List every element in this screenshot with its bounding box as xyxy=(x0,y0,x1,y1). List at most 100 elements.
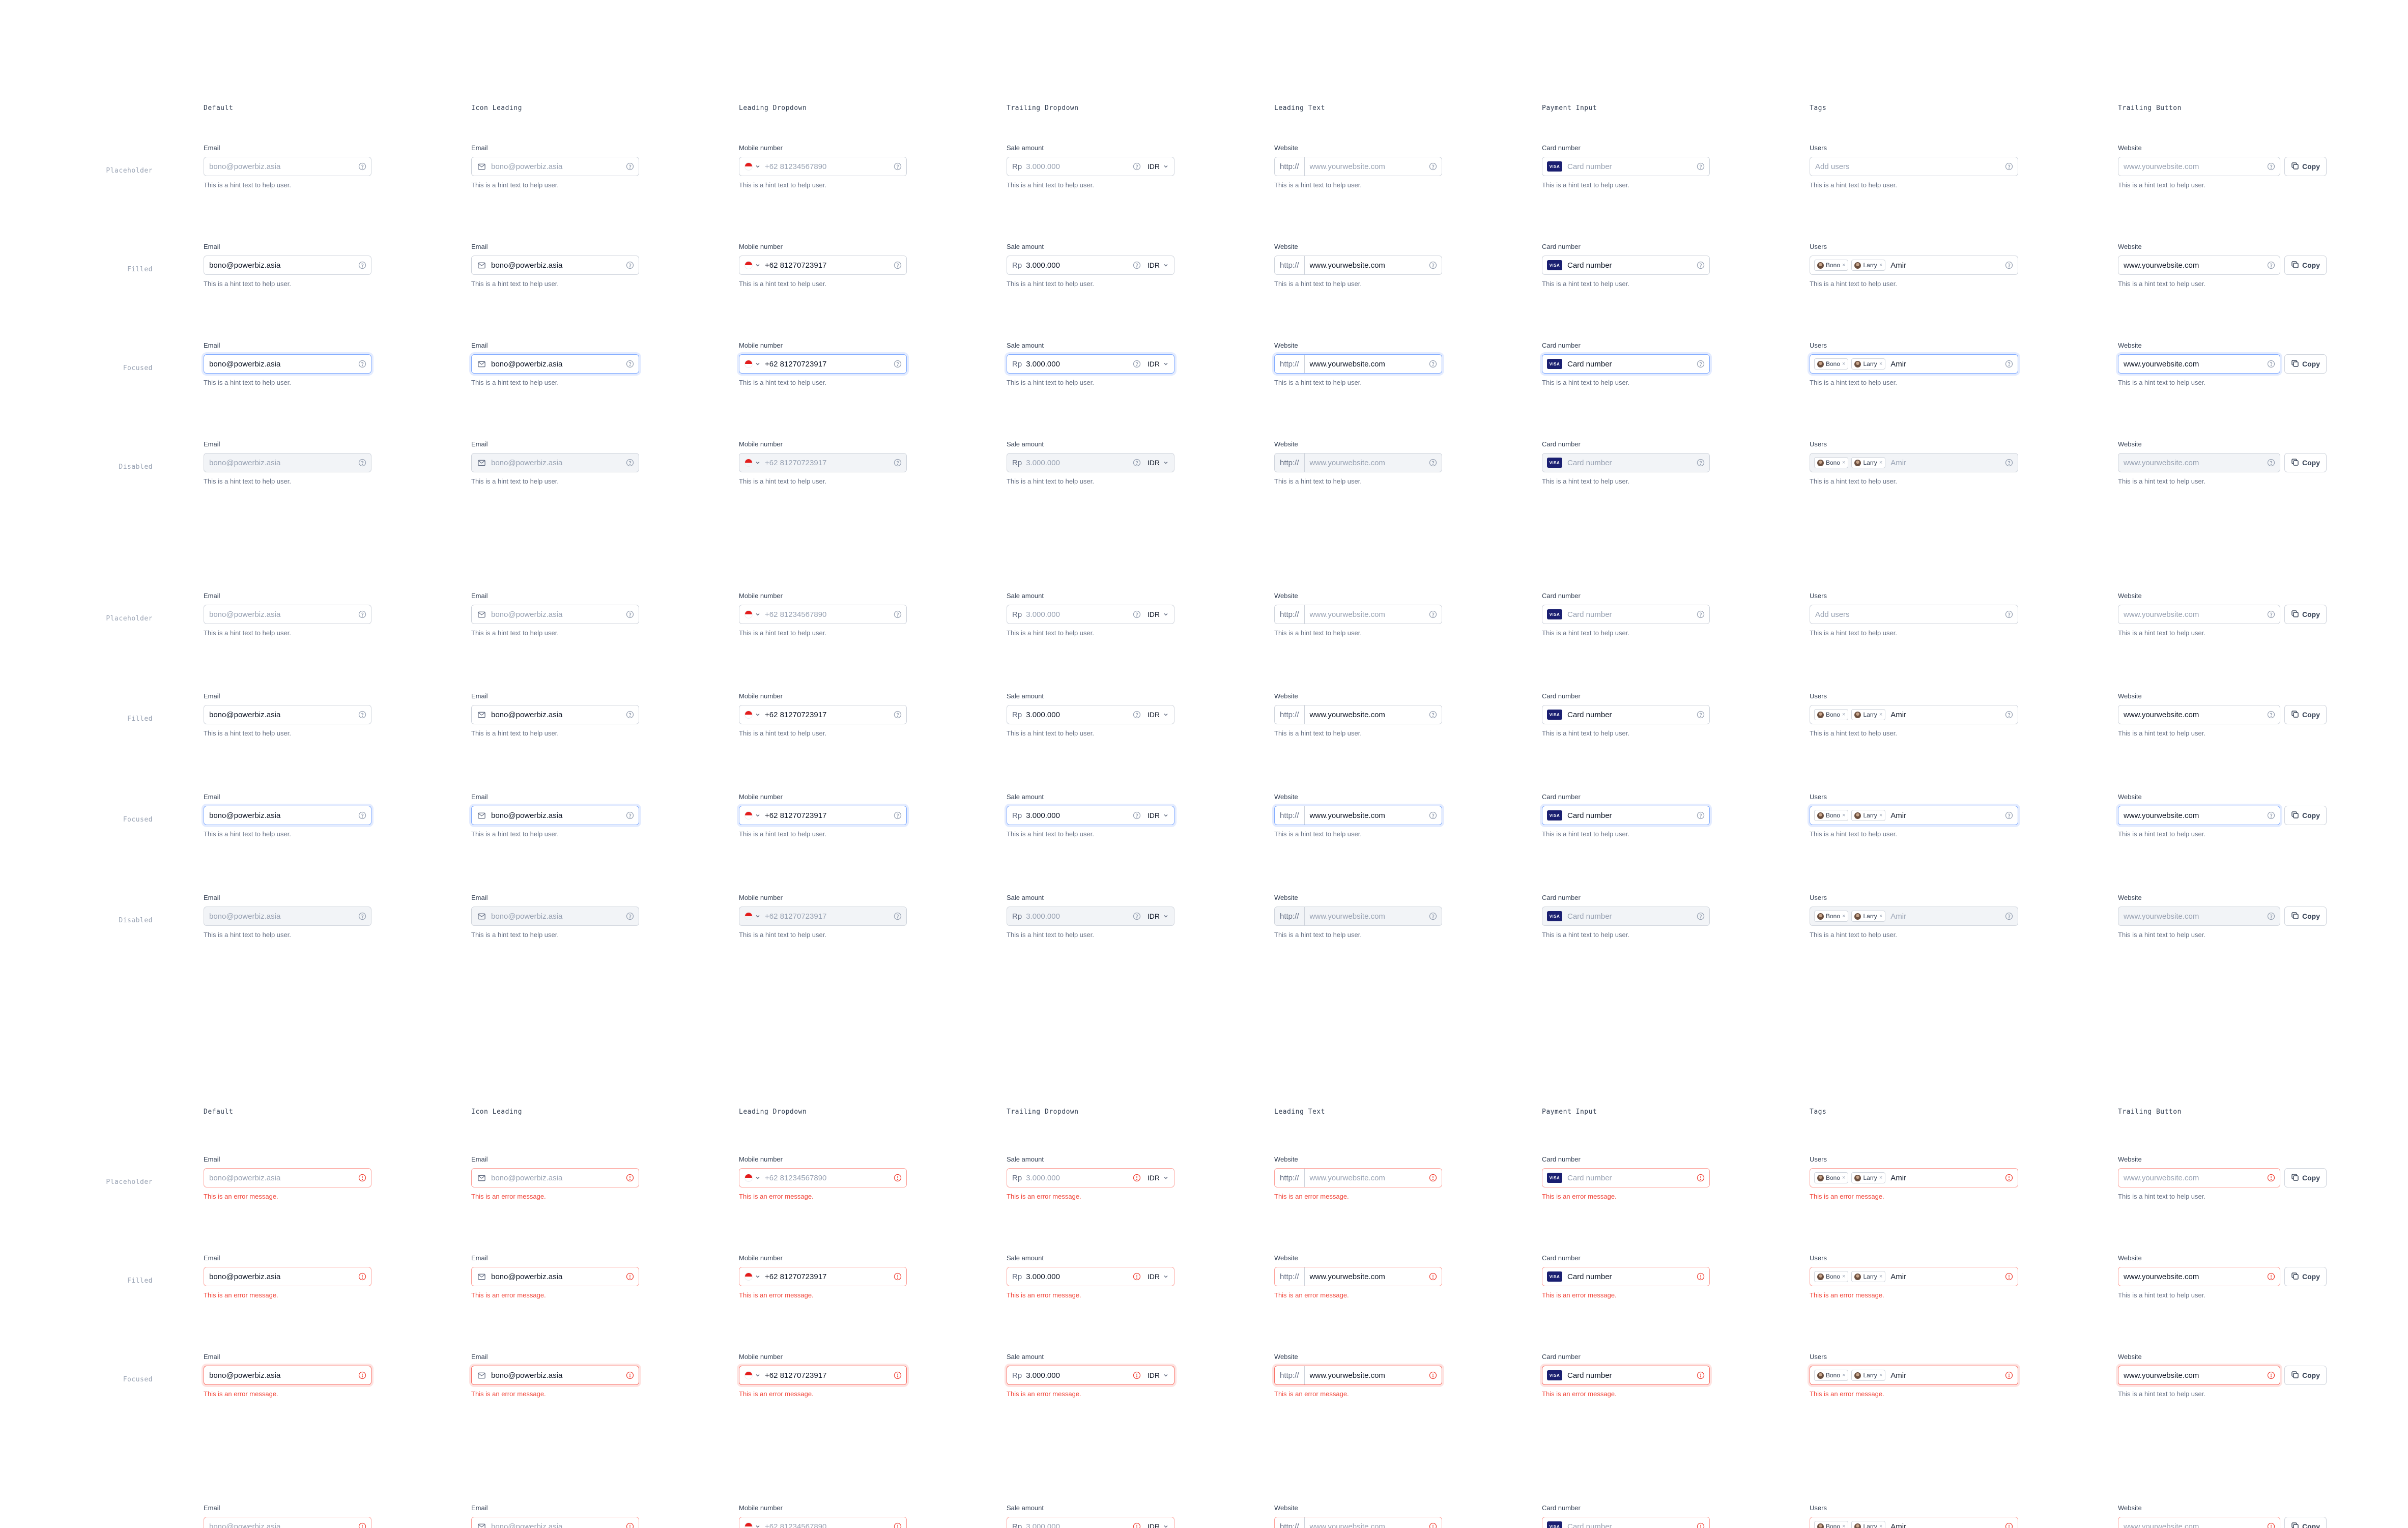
user-tag[interactable]: Bono × xyxy=(1814,1370,1849,1381)
country-dropdown[interactable] xyxy=(739,811,761,819)
remove-tag-icon[interactable]: × xyxy=(1879,913,1882,919)
user-tag[interactable]: Larry × xyxy=(1851,810,1886,821)
text-input[interactable]: Bono × Larry × Amir xyxy=(1810,705,2018,724)
country-dropdown[interactable] xyxy=(739,459,761,467)
user-tag[interactable]: Larry × xyxy=(1851,911,1886,922)
country-dropdown[interactable] xyxy=(739,261,761,269)
user-tag[interactable]: Bono × xyxy=(1814,709,1849,720)
currency-dropdown[interactable]: IDR xyxy=(1145,360,1174,368)
text-input[interactable]: Add users xyxy=(1810,605,2018,624)
currency-dropdown[interactable]: IDR xyxy=(1145,912,1174,920)
text-input[interactable]: VISA Card number xyxy=(1542,256,1710,275)
text-input[interactable]: bono@powerbiz.asia xyxy=(204,354,371,374)
text-input[interactable]: +62 81270723917 xyxy=(739,1267,907,1286)
user-tag[interactable]: Larry × xyxy=(1851,1271,1886,1282)
text-input[interactable]: www.yourwebsite.com xyxy=(2118,1366,2280,1385)
user-tag[interactable]: Bono × xyxy=(1814,358,1849,370)
text-input[interactable]: http:// www.yourwebsite.com xyxy=(1274,354,1442,374)
copy-button[interactable]: Copy xyxy=(2284,453,2327,472)
text-input[interactable]: VISA Card number xyxy=(1542,605,1710,624)
remove-tag-icon[interactable]: × xyxy=(1842,712,1845,718)
user-tag[interactable]: Bono × xyxy=(1814,1172,1849,1183)
text-input[interactable]: Rp 3.000.000 IDR xyxy=(1007,1168,1174,1187)
remove-tag-icon[interactable]: × xyxy=(1879,712,1882,718)
copy-button[interactable]: Copy xyxy=(2284,157,2327,176)
text-input[interactable]: Bono × Larry × Amir xyxy=(1810,1267,2018,1286)
text-input[interactable]: bono@powerbiz.asia xyxy=(471,354,639,374)
currency-dropdown[interactable]: IDR xyxy=(1145,1522,1174,1528)
text-input[interactable]: www.yourwebsite.com xyxy=(2118,157,2280,176)
text-input[interactable]: bono@powerbiz.asia xyxy=(204,157,371,176)
copy-button[interactable]: Copy xyxy=(2284,1267,2327,1286)
user-tag[interactable]: Larry × xyxy=(1851,1172,1886,1183)
copy-button[interactable]: Copy xyxy=(2284,806,2327,825)
text-input[interactable]: Rp 3.000.000 IDR xyxy=(1007,1517,1174,1528)
text-input[interactable]: http:// www.yourwebsite.com xyxy=(1274,605,1442,624)
user-tag[interactable]: Bono × xyxy=(1814,810,1849,821)
user-tag[interactable]: Larry × xyxy=(1851,260,1886,271)
text-input[interactable]: http:// www.yourwebsite.com xyxy=(1274,1366,1442,1385)
text-input[interactable]: bono@powerbiz.asia xyxy=(204,1267,371,1286)
text-input[interactable]: Rp 3.000.000 IDR xyxy=(1007,354,1174,374)
text-input[interactable]: Bono × Larry × Amir xyxy=(1810,354,2018,374)
text-input[interactable]: VISA Card number xyxy=(1542,157,1710,176)
text-input[interactable]: www.yourwebsite.com xyxy=(2118,605,2280,624)
country-dropdown[interactable] xyxy=(739,1371,761,1379)
text-input[interactable]: http:// www.yourwebsite.com xyxy=(1274,1168,1442,1187)
text-input[interactable]: +62 81270723917 xyxy=(739,806,907,825)
copy-button[interactable]: Copy xyxy=(2284,354,2327,374)
text-input[interactable]: +62 81234567890 xyxy=(739,605,907,624)
user-tag[interactable]: Bono × xyxy=(1814,457,1849,468)
remove-tag-icon[interactable]: × xyxy=(1842,913,1845,919)
user-tag[interactable]: Larry × xyxy=(1851,1521,1886,1528)
text-input[interactable]: +62 81270723917 xyxy=(739,1366,907,1385)
country-dropdown[interactable] xyxy=(739,162,761,171)
user-tag[interactable]: Larry × xyxy=(1851,1370,1886,1381)
text-input[interactable]: bono@powerbiz.asia xyxy=(204,705,371,724)
text-input[interactable]: www.yourwebsite.com xyxy=(2118,354,2280,374)
text-input[interactable]: http:// www.yourwebsite.com xyxy=(1274,705,1442,724)
remove-tag-icon[interactable]: × xyxy=(1879,1372,1882,1378)
text-input[interactable]: bono@powerbiz.asia xyxy=(204,1366,371,1385)
remove-tag-icon[interactable]: × xyxy=(1879,1523,1882,1528)
text-input[interactable]: VISA Card number xyxy=(1542,354,1710,374)
user-tag[interactable]: Larry × xyxy=(1851,709,1886,720)
remove-tag-icon[interactable]: × xyxy=(1842,361,1845,367)
text-input[interactable]: www.yourwebsite.com xyxy=(2118,1517,2280,1528)
text-input[interactable]: bono@powerbiz.asia xyxy=(471,256,639,275)
text-input[interactable]: Bono × Larry × Amir xyxy=(1810,256,2018,275)
text-input[interactable]: www.yourwebsite.com xyxy=(2118,1168,2280,1187)
remove-tag-icon[interactable]: × xyxy=(1879,361,1882,367)
text-input[interactable]: bono@powerbiz.asia xyxy=(471,1168,639,1187)
country-dropdown[interactable] xyxy=(739,1174,761,1182)
text-input[interactable]: Rp 3.000.000 IDR xyxy=(1007,705,1174,724)
user-tag[interactable]: Bono × xyxy=(1814,260,1849,271)
currency-dropdown[interactable]: IDR xyxy=(1145,459,1174,467)
copy-button[interactable]: Copy xyxy=(2284,1366,2327,1385)
currency-dropdown[interactable]: IDR xyxy=(1145,711,1174,719)
text-input[interactable]: Rp 3.000.000 IDR xyxy=(1007,1267,1174,1286)
remove-tag-icon[interactable]: × xyxy=(1842,1372,1845,1378)
text-input[interactable]: Bono × Larry × Amir xyxy=(1810,1517,2018,1528)
text-input[interactable]: http:// www.yourwebsite.com xyxy=(1274,1267,1442,1286)
user-tag[interactable]: Larry × xyxy=(1851,457,1886,468)
remove-tag-icon[interactable]: × xyxy=(1879,1175,1882,1181)
text-input[interactable]: Rp 3.000.000 IDR xyxy=(1007,605,1174,624)
text-input[interactable]: bono@powerbiz.asia xyxy=(204,806,371,825)
text-input[interactable]: Rp 3.000.000 IDR xyxy=(1007,806,1174,825)
user-tag[interactable]: Bono × xyxy=(1814,1521,1849,1528)
country-dropdown[interactable] xyxy=(739,912,761,920)
text-input[interactable]: http:// www.yourwebsite.com xyxy=(1274,806,1442,825)
copy-button[interactable]: Copy xyxy=(2284,256,2327,275)
remove-tag-icon[interactable]: × xyxy=(1842,460,1845,466)
text-input[interactable]: +62 81270723917 xyxy=(739,705,907,724)
text-input[interactable]: VISA Card number xyxy=(1542,1267,1710,1286)
text-input[interactable]: bono@powerbiz.asia xyxy=(471,1517,639,1528)
copy-button[interactable]: Copy xyxy=(2284,1168,2327,1187)
country-dropdown[interactable] xyxy=(739,610,761,618)
text-input[interactable]: +62 81270723917 xyxy=(739,256,907,275)
remove-tag-icon[interactable]: × xyxy=(1879,812,1882,818)
text-input[interactable]: http:// www.yourwebsite.com xyxy=(1274,157,1442,176)
currency-dropdown[interactable]: IDR xyxy=(1145,1371,1174,1379)
text-input[interactable]: bono@powerbiz.asia xyxy=(471,806,639,825)
